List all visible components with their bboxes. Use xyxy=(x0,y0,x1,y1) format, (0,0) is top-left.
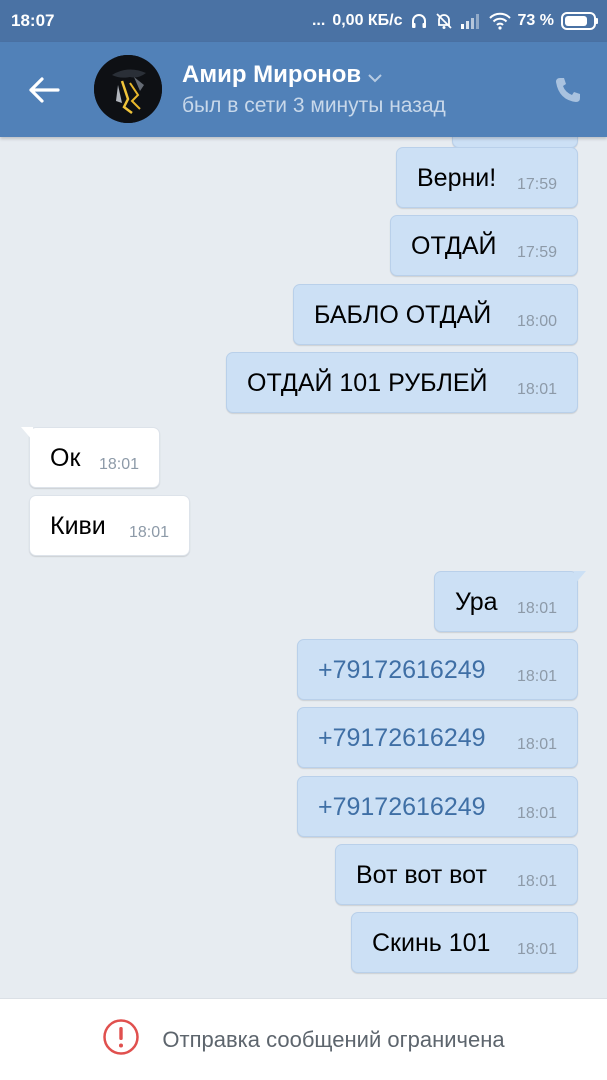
message-time: 18:01 xyxy=(516,941,557,958)
app-bar: Амир Миронов был в сети 3 минуты назад xyxy=(0,42,607,137)
message-text: Ок xyxy=(50,444,81,472)
phone-icon xyxy=(556,78,580,102)
message-time: 18:01 xyxy=(516,600,557,617)
message-bubble-out[interactable]: Скинь 101 18:01 xyxy=(351,912,578,973)
wifi-icon xyxy=(488,12,511,30)
back-arrow-icon xyxy=(29,77,60,103)
message-bubble-out[interactable]: +79172616249 18:01 xyxy=(297,707,578,768)
status-bar: 18:07 ... 0,00 КБ/с 73 % xyxy=(0,0,607,42)
message-time: 18:01 xyxy=(516,805,557,822)
message-time: 17:59 xyxy=(516,244,557,261)
chevron-down-icon xyxy=(367,62,383,90)
back-button[interactable] xyxy=(24,70,64,110)
avatar[interactable] xyxy=(94,55,162,123)
message-time: 18:01 xyxy=(516,873,557,890)
message-bubble-out[interactable]: +79172616249 18:01 xyxy=(297,776,578,837)
message-bubble-out[interactable]: Ура 18:01 xyxy=(434,571,586,632)
battery-icon xyxy=(561,11,599,31)
message-bubble-out[interactable]: БАБЛО ОТДАЙ 18:00 xyxy=(293,284,578,345)
signal-icon xyxy=(460,12,482,30)
message-text: БАБЛО ОТДАЙ xyxy=(314,301,492,329)
message-time: 18:01 xyxy=(516,381,557,398)
message-bubble-in[interactable]: Киви 18:01 xyxy=(29,495,190,556)
status-dots: ... xyxy=(311,12,326,29)
headphones-icon xyxy=(410,12,428,30)
message-text: Скинь 101 xyxy=(372,929,491,957)
message-bubble-out[interactable]: ОТДАЙ 101 РУБЛЕЙ 18:01 xyxy=(226,352,578,413)
message-text: Верни! xyxy=(417,164,497,192)
message-text: Ура xyxy=(455,588,498,616)
message-text: ОТДАЙ xyxy=(411,232,497,260)
message-bubble-out[interactable]: Вот вот вот 18:01 xyxy=(335,844,578,905)
message-time: 18:01 xyxy=(128,524,169,541)
message-list[interactable]: Верни! 17:59 ОТДАЙ 17:59 БАБЛО ОТДАЙ 18:… xyxy=(0,137,607,998)
battery-percent: 73 % xyxy=(517,12,554,29)
message-bubble-out[interactable]: Верни! 17:59 xyxy=(396,147,578,208)
message-time: 18:01 xyxy=(516,668,557,685)
message-bubble-in[interactable]: Ок 18:01 xyxy=(21,427,160,488)
message-time: 18:00 xyxy=(516,313,557,330)
message-bubble-out[interactable]: ОТДАЙ 17:59 xyxy=(390,215,578,276)
phone-link[interactable]: +79172616249 xyxy=(318,793,486,822)
message-time: 18:01 xyxy=(516,736,557,753)
message-bubble-out[interactable]: +79172616249 18:01 xyxy=(297,639,578,700)
message-text: Вот вот вот xyxy=(356,861,487,889)
message-text: ОТДАЙ 101 РУБЛЕЙ xyxy=(247,369,488,397)
phone-link[interactable]: +79172616249 xyxy=(318,656,486,685)
restriction-bar: Отправка сообщений ограничена xyxy=(0,998,607,1080)
alert-icon xyxy=(102,1018,140,1061)
network-speed: 0,00 КБ/с xyxy=(332,12,403,29)
status-time: 18:07 xyxy=(11,11,55,30)
restriction-text: Отправка сообщений ограничена xyxy=(162,1026,505,1052)
message-text: Киви xyxy=(50,512,106,540)
phone-link[interactable]: +79172616249 xyxy=(318,724,486,753)
contact-name[interactable]: Амир Миронов xyxy=(182,61,383,90)
call-button[interactable] xyxy=(548,70,588,110)
message-time: 17:59 xyxy=(516,176,557,193)
bubble-tail xyxy=(574,571,586,585)
bell-off-icon xyxy=(435,12,453,30)
contact-status: был в сети 3 минуты назад xyxy=(182,94,446,117)
bubble-tail xyxy=(21,427,33,441)
message-time: 18:01 xyxy=(98,456,139,473)
